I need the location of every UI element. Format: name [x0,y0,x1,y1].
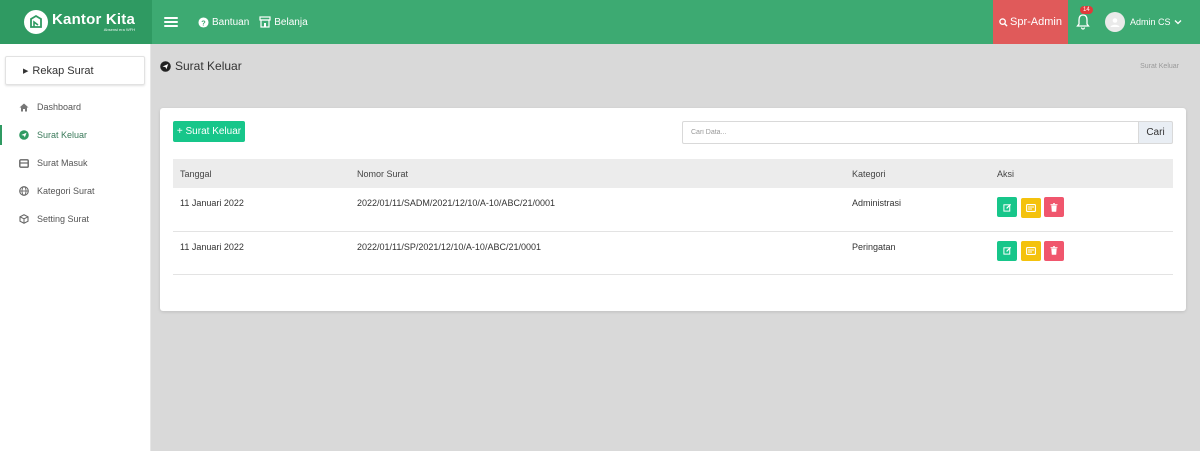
send-icon [160,60,171,72]
caret-right-icon: ▶ [23,67,29,75]
rekap-surat-menu[interactable]: ▶ Rekap Surat [5,56,145,85]
brand-subtitle: Absensi era WFH [103,27,136,32]
sidebar-item-label: Setting Surat [37,214,90,224]
table-row: 11 Januari 2022 2022/01/11/SP/2021/12/10… [173,231,1173,274]
id-card-icon [1025,203,1036,212]
search-icon [999,17,1008,27]
breadcrumb[interactable]: Surat Keluar [1140,63,1179,70]
search-input[interactable] [682,121,1138,144]
store-icon [259,16,271,28]
cell-nomor-surat: 2022/01/11/SP/2021/12/10/A-10/ABC/21/000… [357,241,541,252]
sidebar-menu: Dashboard Surat Keluar Surat Masuk Kateg… [0,93,150,233]
cell-aksi [990,231,1173,274]
cell-tanggal: 11 Januari 2022 [180,198,244,208]
surat-keluar-card: + Surat Keluar Cari Tanggal Nomor Surat … [160,108,1186,311]
cell-aksi [990,188,1173,231]
chevron-down-icon [1174,18,1182,27]
spr-admin-button[interactable]: Spr-Admin [993,0,1068,44]
cell-tanggal: 11 Januari 2022 [180,241,244,252]
brand[interactable]: Kantor Kita Absensi era WFH [0,0,152,44]
id-card-icon [1025,247,1036,255]
bantuan-label: Bantuan [212,16,250,28]
bantuan-link[interactable]: ? Bantuan [198,17,249,28]
sidebar-item-dashboard[interactable]: Dashboard [0,93,150,121]
detail-button[interactable] [1020,241,1041,261]
table-header-row: Tanggal Nomor Surat Kategori Aksi [173,159,1173,188]
column-header-kategori: Kategori [852,168,886,179]
sidebar-item-label: Dashboard [37,102,82,112]
sidebar: ▶ Rekap Surat Dashboard Surat Keluar Sur… [0,44,151,451]
rekap-surat-label: Rekap Surat [32,64,94,77]
column-header-tanggal: Tanggal [180,168,212,179]
cell-kategori: Peringatan [852,241,896,252]
trash-icon [1050,246,1058,255]
page-title: Surat Keluar [160,59,242,73]
surat-table: Tanggal Nomor Surat Kategori Aksi 11 Jan… [173,159,1173,275]
delete-button[interactable] [1044,240,1065,261]
search-bar: Cari [682,121,1173,144]
edit-button[interactable] [997,240,1017,261]
send-icon [19,130,29,140]
menu-toggle-icon[interactable] [164,17,178,27]
search-button[interactable]: Cari [1138,121,1173,144]
globe-icon [19,186,29,196]
notification-badge: 14 [1080,6,1093,14]
cell-kategori: Administrasi [852,198,902,208]
add-surat-keluar-button[interactable]: + Surat Keluar [173,121,245,142]
sidebar-item-setting-surat[interactable]: Setting Surat [0,205,150,233]
sidebar-item-label: Surat Keluar [37,130,88,140]
column-header-aksi: Aksi [997,168,1015,179]
sidebar-item-surat-masuk[interactable]: Surat Masuk [0,149,150,177]
svg-text:?: ? [201,18,206,27]
sidebar-item-label: Kategori Surat [37,186,95,196]
trash-icon [1050,202,1058,212]
edit-button[interactable] [997,197,1017,217]
user-menu[interactable]: Admin CS [1105,12,1182,32]
brand-logo-icon [24,10,48,34]
edit-icon [1002,246,1011,255]
table-row: 11 Januari 2022 2022/01/11/SADM/2021/12/… [173,188,1173,231]
help-icon: ? [198,16,209,28]
detail-button[interactable] [1020,197,1041,218]
sidebar-item-surat-keluar[interactable]: Surat Keluar [0,121,150,149]
belanja-label: Belanja [274,16,308,28]
delete-button[interactable] [1044,197,1065,217]
belanja-link[interactable]: Belanja [259,16,308,28]
box-icon [19,214,29,224]
home-icon [19,103,29,112]
page-title-text: Surat Keluar [175,59,242,73]
edit-icon [1002,203,1011,212]
sidebar-item-label: Surat Masuk [37,158,88,168]
brand-title: Kantor Kita [52,11,136,28]
bell-icon[interactable] [1076,12,1090,30]
spr-admin-label: Spr-Admin [1010,16,1062,28]
column-header-nomor-surat: Nomor Surat [357,168,409,179]
user-name: Admin CS [1130,17,1171,27]
inbox-icon [19,158,29,168]
cell-nomor-surat: 2022/01/11/SADM/2021/12/10/A-10/ABC/21/0… [357,198,555,208]
sidebar-item-kategori-surat[interactable]: Kategori Surat [0,177,150,205]
avatar [1105,12,1125,32]
